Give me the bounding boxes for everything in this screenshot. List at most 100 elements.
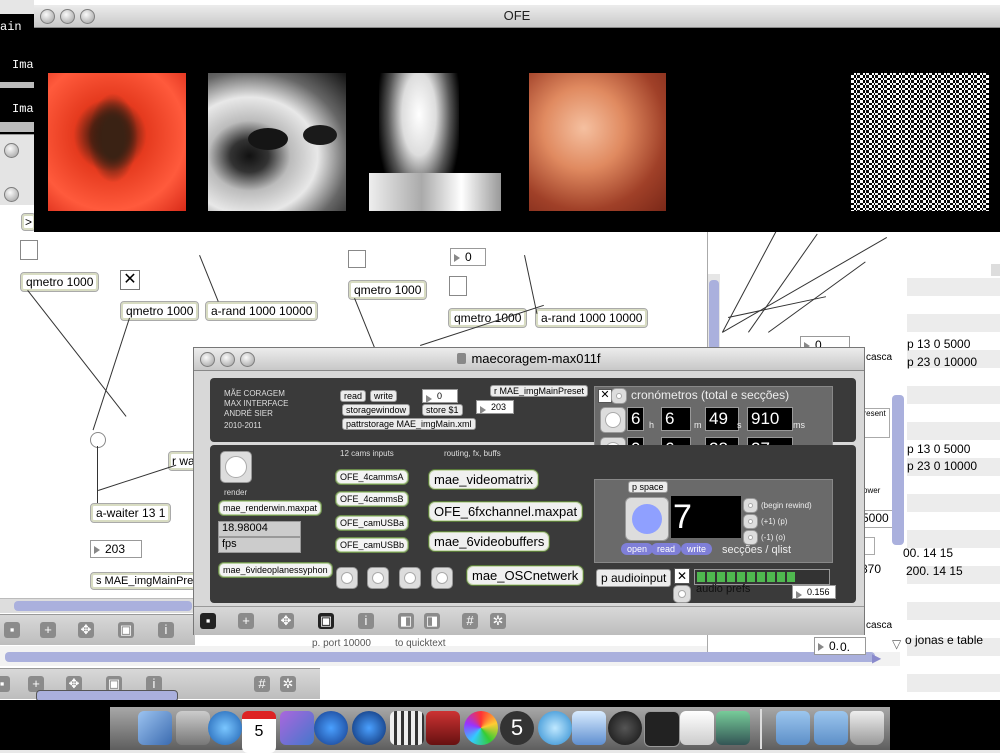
close-icon[interactable] [40,9,55,24]
system-prefs-icon[interactable] [176,711,210,745]
info-icon[interactable]: i [158,622,174,638]
qlist-read-button[interactable]: read [651,543,682,555]
cam-usb-b[interactable]: OFE_camUSBb [335,537,410,553]
cam-button-2[interactable] [367,567,389,589]
applications-folder-icon[interactable] [776,711,810,745]
plus-icon[interactable]: + [40,622,56,638]
renderwin-object[interactable]: mae_renderwin.maxpat [218,500,323,516]
close-icon[interactable] [200,352,215,367]
next-section-button[interactable] [743,514,758,529]
reset-button[interactable] [611,388,627,404]
max5-icon[interactable]: 5 [500,711,534,745]
window-icon[interactable]: ◨ [424,613,440,629]
storagewindow-message[interactable]: storagewindow [342,404,411,416]
audio-prefs-button[interactable] [673,585,691,603]
speaker-icon[interactable] [608,711,642,745]
finder-icon[interactable] [138,711,172,745]
cam-object-a[interactable]: OFE_4cammsA [335,469,409,485]
write-message[interactable]: write [370,390,398,402]
close-icon[interactable] [4,187,19,202]
cam-button-1[interactable] [336,567,358,589]
app-icon[interactable] [572,711,606,745]
store-message[interactable]: store $1 [422,404,463,416]
qmetro-object[interactable]: qmetro 1000 [448,308,528,328]
activity-monitor-icon[interactable] [644,711,680,747]
textedit-icon[interactable] [680,711,714,745]
zoom-icon[interactable] [240,352,255,367]
audioinput-subpatch[interactable]: p audioinput [596,569,672,587]
info-icon[interactable]: i [358,613,374,629]
value-5000[interactable]: 5000 [861,510,893,528]
clapper-icon[interactable] [390,711,424,745]
syphon-object[interactable]: mae_6videoplanessyphon [218,562,333,578]
number-box[interactable]: 0 [450,248,486,266]
space-subpatch[interactable]: p space [628,481,668,493]
documents-folder-icon[interactable] [814,711,848,745]
qmetro-object[interactable]: qmetro 1000 [348,280,428,300]
gear-icon[interactable]: ✲ [490,613,506,629]
pattrstorage-object[interactable]: pattrstorage MAE_imgMain.xml [342,418,476,430]
zoom-icon[interactable] [80,9,95,24]
globe-icon[interactable] [314,711,348,745]
cam-usb-a[interactable]: OFE_camUSBa [335,515,410,531]
horizontal-scrollbar[interactable] [0,598,195,613]
calendar-icon[interactable]: 5 [242,711,276,753]
number-box[interactable]: 0. [840,640,870,656]
a-rand-object[interactable]: a-rand 1000 10000 [535,308,649,328]
preset-number-box[interactable]: 0 [422,389,458,403]
preset-203-number[interactable]: 203 [476,400,514,414]
prev-section-button[interactable] [743,530,758,545]
presentation-icon[interactable]: ▣ [118,622,134,638]
gear-icon[interactable]: ✲ [280,676,296,692]
scrollbar-thumb[interactable] [5,652,875,662]
bang-button[interactable] [449,276,467,296]
videomatrix-object[interactable]: mae_videomatrix [428,469,539,490]
window-icon[interactable]: ◧ [398,613,414,629]
color-wheel-icon[interactable] [464,711,498,745]
audio-toggle[interactable]: ✕ [674,568,690,584]
move-icon[interactable]: ✥ [278,613,294,629]
scrollbar-thumb[interactable] [14,601,192,611]
presentation-icon[interactable]: ▣ [318,613,334,629]
play-triangle-icon[interactable]: ▶ [872,651,881,665]
videobuffers-object[interactable]: mae_6videobuffers [428,531,551,552]
minimize-icon[interactable] [220,352,235,367]
photos-icon[interactable] [280,711,314,745]
minimize-icon[interactable] [60,9,75,24]
bang-button[interactable] [20,240,38,260]
render-button[interactable] [220,451,252,483]
cam-button-3[interactable] [399,567,421,589]
close-icon[interactable] [4,143,19,158]
lock-icon[interactable]: ▪ [4,622,20,638]
grid-icon[interactable]: # [462,613,478,629]
move-icon[interactable]: ✥ [78,622,94,638]
bang-button[interactable] [348,250,366,268]
read-message[interactable]: read [340,390,367,402]
quicktime-icon[interactable] [538,711,572,745]
begin-rewind-button[interactable] [743,498,758,513]
scroll-arrow[interactable] [991,264,1000,276]
cam-object-b[interactable]: OFE_4cammsB [335,491,409,507]
oscnetwerk-object[interactable]: mae_OSCnetwerk [466,565,585,586]
close-x-toggle[interactable]: ✕ [598,389,612,403]
scrollbar-thumb[interactable] [709,280,719,350]
number-box[interactable]: 203 [90,540,142,558]
button-circle[interactable] [90,432,106,448]
timer-1-button[interactable] [600,407,626,433]
cam-button-4[interactable] [431,567,453,589]
globe-icon[interactable] [352,711,386,745]
plus-icon[interactable]: + [238,613,254,629]
qlist-main-button[interactable] [625,497,669,541]
fxchannel-object[interactable]: OFE_6fxchannel.maxpat [428,501,584,522]
scrollbar-thumb[interactable] [892,395,904,545]
lock-icon[interactable]: ▪ [200,613,216,629]
a-waiter-object[interactable]: a-waiter 13 1 [90,503,172,523]
qmetro-object[interactable]: qmetro 1000 [120,301,200,321]
film-icon[interactable] [426,711,460,745]
receive-preset-object[interactable]: r MAE_imgMainPreset [490,385,589,397]
trash-icon[interactable] [850,711,884,745]
grid-icon[interactable]: # [254,676,270,692]
lock-icon[interactable]: ▪ [0,676,10,692]
safari-icon[interactable] [208,711,242,745]
triangle-icon[interactable]: ▽ [892,637,901,651]
